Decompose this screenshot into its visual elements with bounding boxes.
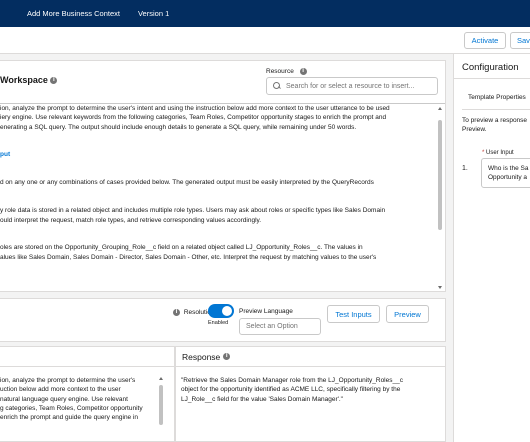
prompt-editor[interactable]: ion, analyze the prompt to determine the… <box>0 103 445 292</box>
preview-instructions: To preview a response Preview. <box>462 116 527 134</box>
user-input-line: Opportunity a <box>488 174 528 181</box>
workspace-heading: Workspace i <box>0 75 58 85</box>
prompt-line <box>0 169 434 178</box>
preview-instructions-line: Preview. <box>462 126 487 133</box>
prompt-line: alues like Sales Domain, Sales Domain - … <box>0 253 377 261</box>
prompt-line <box>0 197 434 206</box>
resolution-panel: ion, analyze the prompt to determine the… <box>0 346 175 442</box>
response-line: "Retrieve the Sales Domain Manager role … <box>181 377 403 384</box>
scroll-up-icon[interactable] <box>159 377 163 380</box>
prompt-line: put <box>0 151 11 159</box>
search-icon <box>273 82 281 90</box>
preview-toolbar: i Resolution Enabled Preview Language Se… <box>0 298 446 342</box>
resource-label-row: Resource i <box>266 68 307 75</box>
app-title: Add More Business Context <box>27 9 120 18</box>
preview-instructions-line: To preview a response <box>462 117 528 124</box>
scroll-thumb[interactable] <box>159 385 163 425</box>
prompt-line: ould interpret the request, match role t… <box>0 216 262 224</box>
user-input-line: Who is the Sa <box>488 165 529 172</box>
required-marker: * <box>482 150 485 156</box>
preview-language-select[interactable]: Select an Option <box>239 318 321 335</box>
resolution-text: ion, analyze the prompt to determine the… <box>0 376 164 422</box>
preview-button[interactable]: Preview <box>386 305 429 323</box>
scroll-thumb[interactable] <box>438 120 442 230</box>
response-header: Response i <box>176 347 445 367</box>
prompt-line <box>0 160 434 169</box>
divider <box>462 109 530 110</box>
response-info-icon[interactable]: i <box>223 353 231 360</box>
prompt-line <box>0 132 434 141</box>
app-header: Add More Business Context Version 1 <box>0 0 530 27</box>
prompt-text: ion, analyze the prompt to determine the… <box>0 104 434 262</box>
tab-template-properties[interactable]: Template Properties <box>468 94 526 101</box>
version-label[interactable]: Version 1 <box>138 9 169 18</box>
resolution-info-icon[interactable]: i <box>173 309 180 316</box>
response-line: object for the opportunity identified as… <box>181 386 401 394</box>
prompt-line: oles are stored on the Opportunity_Group… <box>0 244 363 252</box>
resolution-scrollbar[interactable] <box>158 377 165 441</box>
divider <box>454 78 530 79</box>
resource-label: Resource <box>266 68 294 76</box>
user-input-label: User Input <box>486 150 514 156</box>
prompt-line: iery engine. Use relevant keywords from … <box>0 114 387 122</box>
resource-info-icon[interactable]: i <box>299 68 307 75</box>
workspace-title: Workspace <box>0 75 48 85</box>
action-bar: Activate Sav <box>0 27 530 54</box>
test-inputs-button[interactable]: Test Inputs <box>327 305 380 323</box>
prompt-line: enerating a SQL query. The output should… <box>0 123 357 131</box>
toggle-state-label: Enabled <box>208 320 229 326</box>
resolution-line: ion, analyze the prompt to determine the… <box>0 377 136 384</box>
user-input-field[interactable]: Who is the Sa Opportunity a <box>481 158 530 188</box>
user-input-label-row: * User Input <box>482 150 514 156</box>
prompt-line: d on any one or any combinations of case… <box>0 179 374 187</box>
activate-button[interactable]: Activate <box>464 32 506 49</box>
resource-placeholder: Search for or select a resource to inser… <box>286 82 415 90</box>
resolution-line: uction below add more context to the use… <box>0 386 121 394</box>
prompt-line <box>0 234 434 243</box>
configuration-title: Configuration <box>462 62 519 73</box>
prompt-scrollbar[interactable] <box>437 106 444 290</box>
response-title: Response <box>182 351 221 362</box>
scroll-up-icon[interactable] <box>438 107 442 110</box>
resolution-toggle[interactable] <box>208 304 234 318</box>
info-icon[interactable]: i <box>50 77 58 85</box>
resolution-panel-header <box>0 347 174 367</box>
resolution-line: natural language query engine. Use relev… <box>0 395 128 403</box>
resource-search-input[interactable]: Search for or select a resource to inser… <box>266 77 438 95</box>
prompt-line <box>0 141 434 150</box>
configuration-panel: Configuration Template Properties To pre… <box>453 54 530 442</box>
prompt-line: y role data is stored in a related objec… <box>0 207 386 215</box>
save-button[interactable]: Sav <box>510 32 530 49</box>
scroll-down-icon[interactable] <box>438 286 442 289</box>
response-text: "Retrieve the Sales Domain Manager role … <box>181 376 441 404</box>
preview-language-label: Preview Language <box>239 308 293 315</box>
resolution-line: enrich the prompt and guide the query en… <box>0 414 139 422</box>
prompt-line <box>0 188 434 197</box>
prompt-line <box>0 225 434 234</box>
response-line: LJ_Role__c field for the value 'Sales Do… <box>181 395 343 403</box>
prompt-line: ion, analyze the prompt to determine the… <box>0 105 390 112</box>
resolution-line: g categories, Team Roles, Competitor opp… <box>0 404 143 412</box>
workspace-panel: Workspace i Resource i Search for or sel… <box>0 60 446 292</box>
response-panel: Response i "Retrieve the Sales Domain Ma… <box>175 346 446 442</box>
item-number: 1. <box>462 165 468 172</box>
